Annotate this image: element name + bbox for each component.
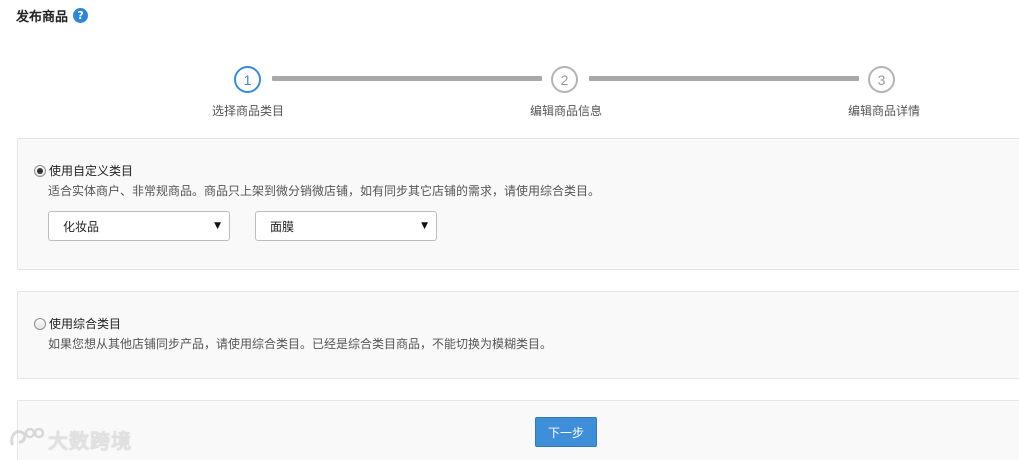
- category-select-primary-value: 化妆品: [63, 219, 100, 234]
- step-1-circle: 1: [234, 66, 261, 93]
- next-step-button[interactable]: 下一步: [535, 417, 597, 447]
- step-connector-1: [272, 76, 542, 81]
- radio-selected-dot: [37, 167, 43, 174]
- general-category-panel: 使用综合类目 如果您想从其他店铺同步产品，请使用综合类目。已经是综合类目商品，不…: [17, 291, 1019, 379]
- custom-category-radio[interactable]: [34, 164, 46, 177]
- custom-category-option[interactable]: 使用自定义类目: [34, 162, 133, 179]
- custom-category-description: 适合实体商户、非常规商品。商品只上架到微分销微店铺，如有同步其它店铺的需求，请使…: [48, 184, 601, 198]
- dropdown-arrow-icon: ▼: [421, 221, 428, 231]
- custom-category-label: 使用自定义类目: [49, 164, 134, 178]
- watermark-text: 大数跨境: [48, 428, 132, 453]
- step-2-label: 编辑商品信息: [529, 104, 603, 118]
- watermark-logo-icon: [10, 427, 45, 446]
- category-select-secondary[interactable]: 面膜 ▼: [255, 211, 437, 241]
- watermark: 大数跨境: [8, 424, 132, 454]
- general-category-radio[interactable]: [34, 317, 46, 330]
- footer-actions-panel: 下一步: [17, 400, 1019, 460]
- general-category-label: 使用综合类目: [49, 317, 122, 331]
- general-category-description: 如果您想从其他店铺同步产品，请使用综合类目。已经是综合类目商品，不能切换为模糊类…: [48, 337, 553, 351]
- step-2-circle: 2: [551, 66, 578, 93]
- category-select-secondary-value: 面膜: [270, 219, 295, 234]
- step-3-circle: 3: [868, 66, 895, 93]
- step-connector-2: [589, 76, 859, 81]
- step-1-label: 选择商品类目: [211, 104, 285, 118]
- custom-category-panel: 使用自定义类目 适合实体商户、非常规商品。商品只上架到微分销微店铺，如有同步其它…: [17, 138, 1019, 270]
- dropdown-arrow-icon: ▼: [214, 221, 221, 231]
- progress-stepper: 1 2 3 选择商品类目 编辑商品信息 编辑商品详情: [0, 0, 1019, 130]
- general-category-option[interactable]: 使用综合类目: [34, 315, 121, 332]
- step-3-label: 编辑商品详情: [847, 104, 921, 118]
- category-select-primary[interactable]: 化妆品 ▼: [48, 211, 230, 241]
